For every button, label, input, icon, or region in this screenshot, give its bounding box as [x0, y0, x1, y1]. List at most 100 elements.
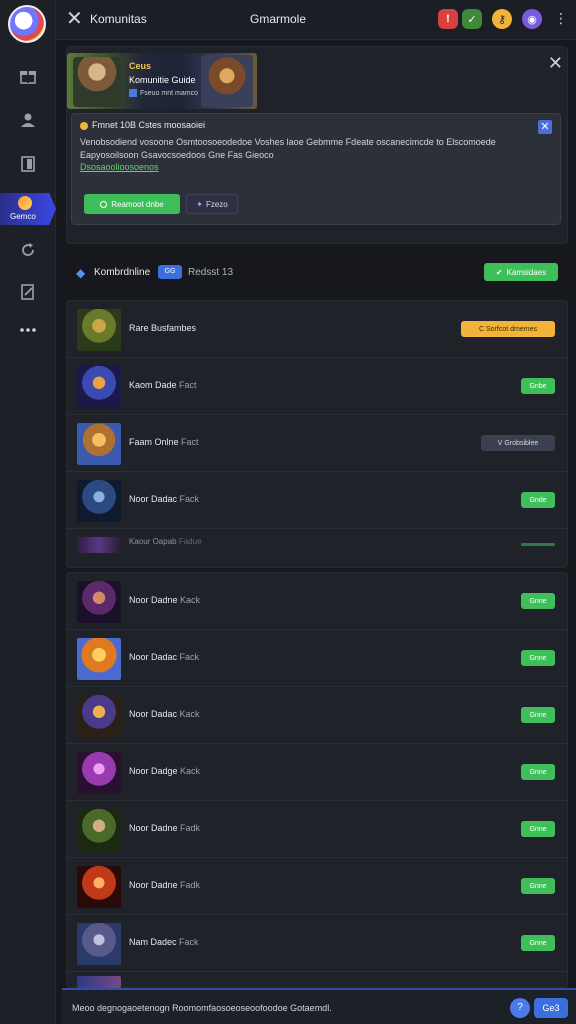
item-title: Rare Busfambes: [129, 323, 197, 333]
item-name: Noor Dadac Kack: [129, 709, 200, 719]
check-icon: ✔: [495, 267, 503, 277]
banner-hero-image: [73, 57, 121, 107]
game-thumbnail: [77, 537, 121, 553]
item-name: Faam Onlne Fact: [129, 437, 199, 447]
app-logo-avatar[interactable]: [8, 5, 46, 43]
item-action-button[interactable]: Gnne: [521, 650, 555, 666]
item-name: Noor Dadne Kack: [129, 595, 200, 605]
item-action-button[interactable]: Gnne: [521, 821, 555, 837]
list-item[interactable]: Noor Dadac Fack Gnne: [67, 630, 567, 687]
key-icon[interactable]: ⚷: [492, 9, 512, 29]
list-panel-1: Rare Busfambes C Sorfcot dmemes Kaom Dad…: [66, 300, 568, 568]
item-action-button[interactable]: Gnne: [521, 764, 555, 780]
item-title: Noor Dadac: [129, 652, 178, 662]
notice-heading-text: Fmnet 10B Cstes moosaoiei: [92, 120, 206, 130]
list-item[interactable]: Noor Dadac Fack Gnde: [67, 472, 567, 529]
primary-action-button[interactable]: Reamoot dnbe: [84, 194, 180, 214]
list-item[interactable]: Noor Dadne Fadk Gnne: [67, 858, 567, 915]
item-title: Noor Dadac: [129, 709, 178, 719]
edit-icon: [21, 284, 34, 300]
item-subtitle: Fadue: [178, 537, 202, 546]
bottom-bar-text: Meoo degnogaoetenogn Roomomfaosoeoseoofo…: [72, 1003, 332, 1013]
list-count: Redsst 13: [188, 267, 234, 278]
list-item[interactable]: Kaom Dade Fact Gnbe: [67, 358, 567, 415]
list-action-label: Kamsidaes: [506, 267, 547, 277]
item-action-button[interactable]: Gnde: [521, 492, 555, 508]
rail-active-label: Gemco: [10, 212, 36, 221]
refresh-icon: [22, 243, 34, 256]
item-subtitle: Fact: [179, 380, 197, 390]
more-vertical-icon[interactable]: ⋮: [554, 10, 568, 27]
item-title: Kaour Oapab: [129, 537, 177, 546]
rail-item-library[interactable]: [0, 146, 56, 182]
twitter-icon: ✦: [196, 199, 203, 209]
item-action-button[interactable]: V Grobsiblee: [481, 435, 555, 451]
notice-body: Venobsodiend vosoone Osmtoosoeodedoe Vos…: [80, 137, 496, 160]
primary-action-label: Reamoot dnbe: [111, 199, 164, 209]
promo-banner[interactable]: Ceus Komunitie Guide Fseuo mnt mamco: [67, 53, 257, 109]
list-action-button[interactable]: ✔ Kamsidaes: [484, 263, 558, 281]
shield-icon[interactable]: ✓: [462, 9, 482, 29]
game-thumbnail: [77, 638, 121, 680]
game-thumbnail: [77, 923, 121, 965]
banner-tag: Ceus: [129, 61, 152, 71]
app-root: Gemco ✕ Komunitas Gmarmole ! ✓ ⚷ ◉ ⋮ ✕ C…: [0, 0, 576, 1024]
close-icon[interactable]: ✕: [66, 9, 84, 29]
item-title: Kaom Dade: [129, 380, 177, 390]
item-action-button[interactable]: Gnbe: [521, 378, 555, 394]
notice-close-icon[interactable]: ✕: [538, 120, 552, 134]
profile-icon[interactable]: ◉: [522, 9, 542, 29]
game-thumbnail: [77, 423, 121, 465]
list-item[interactable]: Noor Dadac Kack Gnne: [67, 687, 567, 744]
rail-item-edit[interactable]: [0, 274, 56, 310]
item-title: Noor Dadge: [129, 766, 178, 776]
game-thumbnail: [77, 309, 121, 351]
alert-icon[interactable]: !: [438, 9, 458, 29]
list-title: Kombrdnline: [94, 267, 151, 278]
item-action-button[interactable]: Gnne: [521, 878, 555, 894]
top-center-label: Gmarmole: [250, 12, 307, 26]
chat-icon[interactable]: ?: [510, 998, 530, 1018]
gift-icon: [20, 71, 36, 84]
more-horizontal-icon: [20, 328, 36, 332]
rail-item-refresh[interactable]: [0, 232, 56, 268]
item-action-button[interactable]: C Sorfcot dmemes: [461, 321, 555, 337]
banner-subtitle: Fseuo mnt mamco: [129, 89, 198, 97]
rail-item-more[interactable]: [0, 312, 56, 348]
item-title: Noor Dadne: [129, 823, 178, 833]
item-title: Noor Dadne: [129, 880, 178, 890]
item-name: Kaom Dade Fact: [129, 380, 197, 390]
item-action-button[interactable]: Gnne: [521, 935, 555, 951]
rail-item-store[interactable]: [0, 58, 56, 94]
item-title: Faam Onlne: [129, 437, 179, 447]
list-header: ◆ Kombrdnline GG Redsst 13 ✔ Kamsidaes: [66, 254, 568, 294]
list-item[interactable]: [67, 972, 567, 988]
list-item[interactable]: Noor Dadne Fadk Gnne: [67, 801, 567, 858]
list-item[interactable]: Rare Busfambes C Sorfcot dmemes: [67, 301, 567, 358]
game-thumbnail: [77, 866, 121, 908]
list-item[interactable]: Kaour Oapab Fadue: [67, 533, 567, 557]
promo-panel: ✕ Ceus Komunitie Guide Fseuo mnt mamco F…: [66, 46, 568, 244]
users-icon: [21, 113, 35, 127]
bottom-action-button[interactable]: Ge3: [534, 998, 568, 1018]
top-bar: ✕ Komunitas Gmarmole ! ✓ ⚷ ◉ ⋮: [56, 0, 576, 40]
rail-item-community[interactable]: [0, 102, 56, 138]
item-action-button[interactable]: Gnne: [521, 593, 555, 609]
chip-icon: [129, 89, 137, 97]
notice-link[interactable]: Dsosaoolioosoenos: [80, 162, 159, 172]
list-item[interactable]: Noor Dadne Kack Gnne: [67, 573, 567, 630]
list-badge: GG: [158, 265, 182, 279]
twitter-share-label: Fzezo: [205, 199, 228, 209]
left-rail: Gemco: [0, 0, 56, 1024]
list-item[interactable]: Nam Dadec Fack Gnne: [67, 915, 567, 972]
item-subtitle: Fadk: [180, 823, 201, 833]
item-action-button[interactable]: [521, 543, 555, 546]
item-title: Noor Dadne: [129, 595, 178, 605]
twitter-share-button[interactable]: ✦ Fzezo: [186, 194, 238, 214]
item-action-button[interactable]: Gnne: [521, 707, 555, 723]
list-item[interactable]: Noor Dadge Kack Gnne: [67, 744, 567, 801]
list-item[interactable]: Faam Onlne Fact V Grobsiblee: [67, 415, 567, 472]
item-name: Noor Dadac Fack: [129, 494, 199, 504]
close-promo-icon[interactable]: ✕: [548, 53, 563, 74]
banner-hero-image-2: [201, 55, 253, 107]
